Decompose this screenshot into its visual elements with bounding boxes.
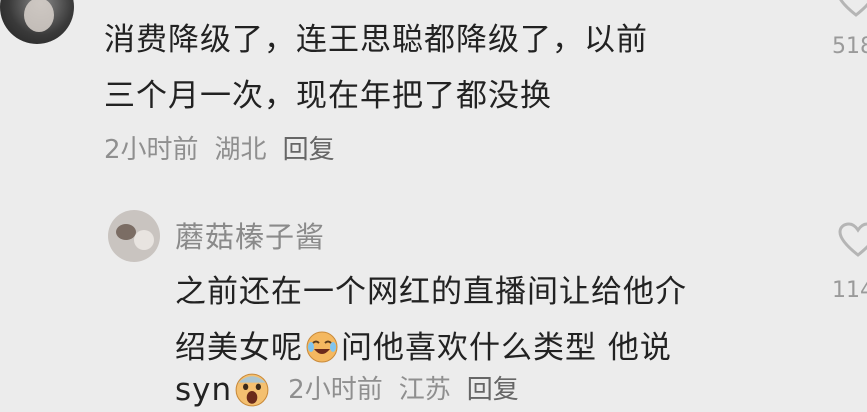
comment-location: 湖北 bbox=[214, 135, 267, 165]
comment-line: 消费降级了，连王思聪都降级了，以前 bbox=[104, 22, 648, 58]
reply-avatar[interactable] bbox=[108, 210, 160, 262]
comment-text-segment: syn bbox=[175, 372, 233, 408]
comment-time: 2小时前 bbox=[288, 375, 383, 405]
heart-outline-icon bbox=[838, 222, 867, 257]
crying-laughing-emoji bbox=[306, 331, 338, 363]
comment-text-segment: 问他喜欢什么类型 他说 bbox=[341, 330, 672, 366]
heart-outline-icon bbox=[839, 0, 867, 17]
comment-line: 之前还在一个网红的直播间让给他介 bbox=[175, 274, 687, 310]
avatar-face bbox=[24, 0, 54, 32]
screaming-emoji bbox=[235, 373, 269, 407]
comment-meta: 2小时前 湖北 回复 bbox=[104, 134, 351, 166]
comment-thread: 消费降级了，连王思聪都降级了，以前 三个月一次，现在年把了都没换 2小时前 湖北回… bbox=[0, 0, 867, 412]
comment-text-segment: 绍美女呢 bbox=[175, 330, 303, 366]
reply-meta: 2小时前 江苏 回复 bbox=[288, 374, 535, 406]
avatar[interactable] bbox=[0, 0, 74, 44]
avatar-detail bbox=[116, 224, 136, 240]
reply-footer: syn 2小时前 江苏 回复 bbox=[175, 372, 535, 412]
comment-line: 绍美女呢 问他喜欢什么类型 他说 bbox=[175, 320, 687, 376]
like-button[interactable]: 114 bbox=[828, 222, 867, 303]
like-count: 114 bbox=[832, 278, 867, 303]
comment-location: 江苏 bbox=[398, 375, 451, 405]
reply-body: 之前还在一个网红的直播间让给他介 绍美女呢 问他喜欢什么类型 他说 bbox=[175, 264, 687, 376]
like-count: 518 bbox=[832, 34, 867, 59]
comment-body: 消费降级了，连王思聪都降级了，以前 三个月一次，现在年把了都没换 bbox=[104, 12, 648, 124]
like-button[interactable]: 518 bbox=[826, 0, 867, 59]
comment-time: 2小时前 bbox=[104, 135, 199, 165]
avatar-detail bbox=[134, 230, 154, 250]
comment-line: 三个月一次，现在年把了都没换 bbox=[104, 78, 552, 114]
reply-button[interactable]: 回复 bbox=[283, 135, 335, 165]
reply-username[interactable]: 蘑菇榛子酱 bbox=[175, 214, 325, 256]
reply-button[interactable]: 回复 bbox=[467, 375, 519, 405]
